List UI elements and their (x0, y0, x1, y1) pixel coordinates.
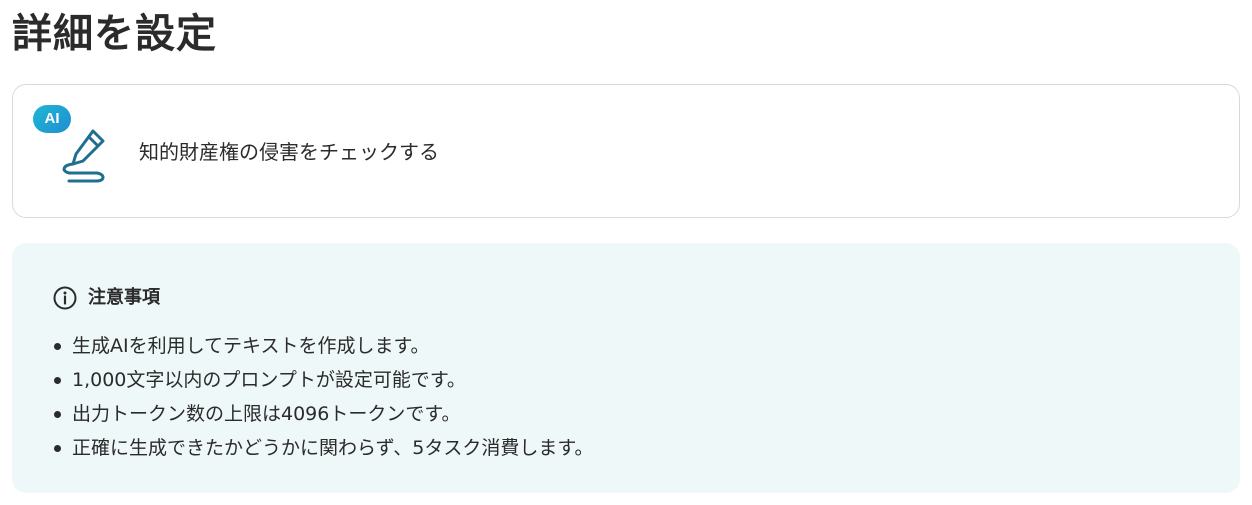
action-label: 知的財産権の侵害をチェックする (139, 140, 439, 164)
notice-item: 正確に生成できたかどうかに関わらず、5タスク消費します。 (52, 431, 593, 465)
notice-item: 1,000文字以内のプロンプトが設定可能です。 (52, 363, 593, 397)
ai-action-card[interactable]: AI 知的財産権の侵害をチェックする (12, 84, 1240, 218)
page-title: 詳細を設定 (12, 11, 217, 57)
action-icon: AI (33, 105, 113, 185)
notice-header: 注意事項 (52, 285, 160, 311)
info-icon (53, 286, 77, 310)
notice-box: 注意事項 生成AIを利用してテキストを作成します。 1,000文字以内のプロンプ… (12, 243, 1240, 493)
pen-signature-icon (62, 129, 105, 183)
notice-item: 生成AIを利用してテキストを作成します。 (52, 329, 593, 363)
notice-list: 生成AIを利用してテキストを作成します。 1,000文字以内のプロンプトが設定可… (52, 329, 593, 465)
notice-title: 注意事項 (88, 287, 160, 308)
notice-item: 出力トークン数の上限は4096トークンです。 (52, 397, 593, 431)
